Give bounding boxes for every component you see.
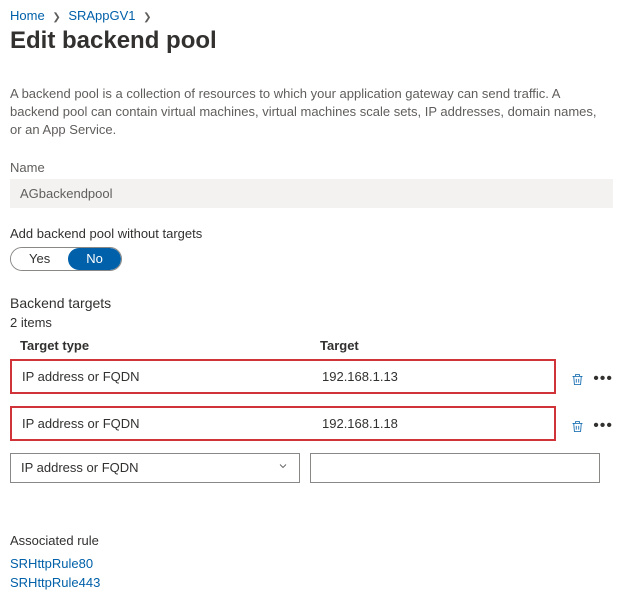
chevron-right-icon: ❯ — [143, 12, 151, 23]
backend-targets-heading: Backend targets — [10, 295, 613, 311]
breadcrumb: Home ❯ SRAppGV1 ❯ — [10, 8, 613, 23]
target-type-cell: IP address or FQDN — [12, 361, 312, 392]
associated-rule-link[interactable]: SRHttpRule443 — [10, 573, 613, 593]
more-icon[interactable]: ••• — [593, 418, 613, 434]
more-icon[interactable]: ••• — [593, 371, 613, 387]
delete-icon[interactable] — [570, 372, 585, 387]
column-header-type: Target type — [20, 338, 320, 353]
toggle-no[interactable]: No — [68, 248, 121, 270]
targets-header: Target type Target — [10, 338, 613, 359]
chevron-right-icon: ❯ — [52, 12, 60, 23]
name-label: Name — [10, 160, 613, 175]
target-row-highlighted: IP address or FQDN 192.168.1.18 — [10, 406, 556, 441]
toggle-yes[interactable]: Yes — [11, 248, 68, 270]
target-type-cell: IP address or FQDN — [12, 408, 312, 439]
breadcrumb-home[interactable]: Home — [10, 8, 45, 23]
without-targets-label: Add backend pool without targets — [10, 226, 613, 241]
column-header-target: Target — [320, 338, 613, 353]
chevron-down-icon — [277, 460, 289, 475]
target-value-cell: 192.168.1.18 — [312, 408, 554, 439]
breadcrumb-resource[interactable]: SRAppGV1 — [68, 8, 135, 23]
page-title: Edit backend pool — [10, 27, 613, 55]
target-type-select[interactable]: IP address or FQDN — [10, 453, 300, 483]
target-value-cell: 192.168.1.13 — [312, 361, 554, 392]
table-row: IP address or FQDN 192.168.1.13 ••• — [10, 359, 613, 400]
table-row: IP address or FQDN 192.168.1.18 ••• — [10, 406, 613, 447]
new-target-row: IP address or FQDN — [10, 453, 610, 483]
delete-icon[interactable] — [570, 419, 585, 434]
target-value-input[interactable] — [310, 453, 600, 483]
associated-rule-heading: Associated rule — [10, 533, 613, 548]
without-targets-toggle[interactable]: Yes No — [10, 247, 122, 271]
description-text: A backend pool is a collection of resour… — [10, 85, 610, 140]
associated-rule-link[interactable]: SRHttpRule80 — [10, 554, 613, 574]
name-input — [10, 179, 613, 208]
associated-rule-section: Associated rule SRHttpRule80 SRHttpRule4… — [10, 533, 613, 593]
target-type-select-value: IP address or FQDN — [21, 460, 139, 475]
item-count: 2 items — [10, 315, 613, 330]
target-row-highlighted: IP address or FQDN 192.168.1.13 — [10, 359, 556, 394]
